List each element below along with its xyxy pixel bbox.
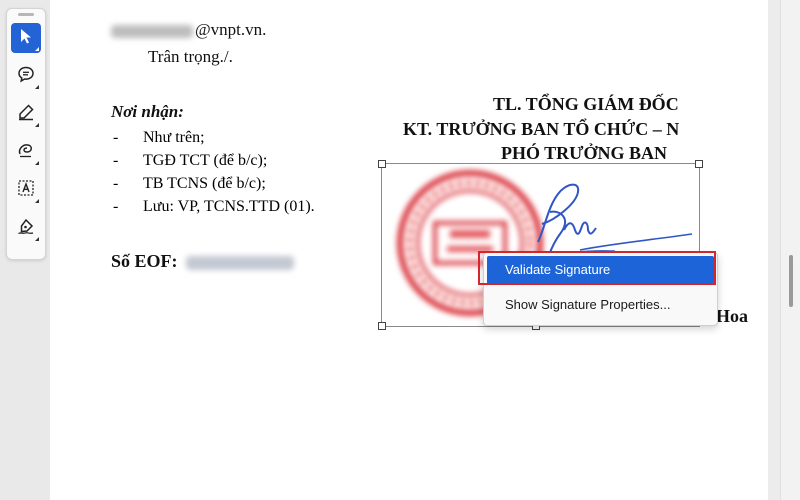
- list-item: - TB TCNS (để b/c);: [113, 175, 266, 192]
- sign-tool-button[interactable]: [11, 213, 41, 243]
- resize-handle[interactable]: [378, 160, 386, 168]
- signer-title-line1: TL. TỔNG GIÁM ĐỐC: [493, 94, 679, 114]
- highlight-tool-button[interactable]: [11, 99, 41, 129]
- signer-title-line2: KT. TRƯỞNG BAN TỔ CHỨC – N: [403, 119, 680, 139]
- select-tool-button[interactable]: [11, 23, 41, 53]
- eof-label: Số EOF:: [111, 251, 178, 271]
- scrollbar-thumb[interactable]: [789, 255, 793, 307]
- annotation-toolbar: [6, 8, 46, 260]
- eof-line: Số EOF:: [111, 251, 294, 272]
- toolbar-drag-grip[interactable]: [18, 13, 34, 16]
- redacted-eof-number: [185, 255, 294, 270]
- page-gutter: [768, 0, 780, 500]
- text-box-tool-button[interactable]: [11, 175, 41, 205]
- signature-pen-icon: [17, 217, 35, 240]
- recipients-heading: Nơi nhận:: [111, 102, 184, 121]
- validate-signature-menu-item[interactable]: Validate Signature: [487, 256, 714, 284]
- freehand-loop-icon: [17, 141, 35, 164]
- cursor-arrow-icon: [17, 27, 35, 50]
- closing-line: Trân trọng./.: [148, 47, 233, 66]
- recipients-list: - Như trên; - TGĐ TCT (để b/c); - TB TCNS (…: [113, 126, 315, 218]
- redacted-email-username: [111, 24, 193, 38]
- list-item: - Như trên;: [113, 129, 205, 146]
- resize-handle[interactable]: [695, 160, 703, 168]
- signer-name-fragment: Hoa: [716, 306, 749, 326]
- vertical-scrollbar[interactable]: [780, 0, 800, 500]
- comment-tool-button[interactable]: [11, 61, 41, 91]
- resize-handle[interactable]: [378, 322, 386, 330]
- text-box-icon: [17, 179, 35, 202]
- email-line: @vnpt.vn.: [111, 20, 266, 40]
- show-signature-properties-menu-item[interactable]: Show Signature Properties...: [487, 291, 714, 319]
- signer-title-line3: PHÓ TRƯỞNG BAN: [501, 143, 668, 163]
- pen-icon: [17, 103, 35, 126]
- list-item: - Lưu: VP, TCNS.TTD (01).: [113, 198, 315, 215]
- comment-bubble-icon: [17, 65, 35, 88]
- email-domain: @vnpt.vn.: [195, 20, 267, 39]
- draw-tool-button[interactable]: [11, 137, 41, 167]
- list-item: - TGĐ TCT (để b/c);: [113, 152, 268, 169]
- signature-context-menu: Validate Signature Show Signature Proper…: [483, 252, 718, 326]
